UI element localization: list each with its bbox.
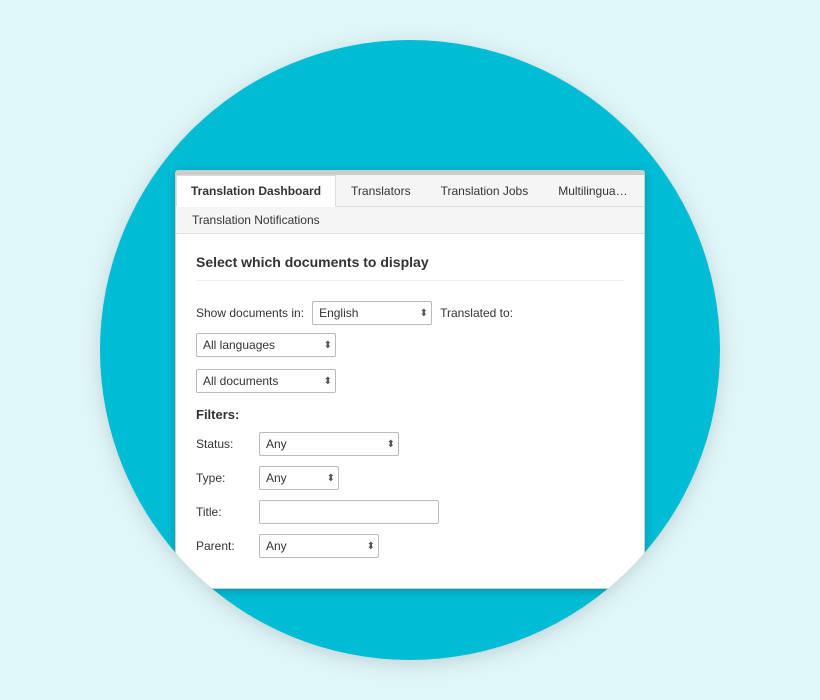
type-select[interactable]: Any Page Post [259, 466, 339, 490]
doc-type-select[interactable]: All documents Pages Posts [196, 369, 336, 393]
show-documents-label: Show documents in: [196, 306, 304, 320]
content-area: Select which documents to display Show d… [176, 234, 644, 588]
translated-to-label: Translated to: [440, 306, 513, 320]
doc-type-row: All documents Pages Posts [196, 369, 624, 393]
tab-translation-jobs[interactable]: Translation Jobs [426, 175, 544, 206]
translated-to-select[interactable]: All languages French Spanish [196, 333, 336, 357]
doc-type-select-wrapper: All documents Pages Posts [196, 369, 336, 393]
parent-select-wrapper: Any Home About [259, 534, 379, 558]
title-input[interactable] [259, 500, 439, 524]
status-label: Status: [196, 437, 251, 451]
tabs-row1: Translation Dashboard Translators Transl… [176, 175, 644, 207]
type-row: Type: Any Page Post [196, 466, 624, 490]
tab-translation-dashboard[interactable]: Translation Dashboard [176, 175, 336, 207]
type-label: Type: [196, 471, 251, 485]
show-documents-select[interactable]: English French Spanish German [312, 301, 432, 325]
title-label: Title: [196, 505, 251, 519]
show-documents-row: Show documents in: English French Spanis… [196, 301, 624, 357]
tab-multilingual[interactable]: Multilingua… [543, 175, 642, 206]
tab-translation-notifications[interactable]: Translation Notifications [178, 207, 334, 233]
translated-to-select-wrapper: All languages French Spanish [196, 333, 336, 357]
status-select[interactable]: Any Translated Not translated [259, 432, 399, 456]
filters-label: Filters: [196, 407, 624, 422]
parent-row: Parent: Any Home About [196, 534, 624, 558]
section-title: Select which documents to display [196, 254, 624, 281]
type-select-wrapper: Any Page Post [259, 466, 339, 490]
circle-background: Translation Dashboard Translators Transl… [100, 40, 720, 660]
filters-section: Filters: Status: Any Translated Not tran… [196, 407, 624, 558]
show-documents-select-wrapper: English French Spanish German [312, 301, 432, 325]
status-row: Status: Any Translated Not translated [196, 432, 624, 456]
parent-select[interactable]: Any Home About [259, 534, 379, 558]
parent-label: Parent: [196, 539, 251, 553]
ui-panel: Translation Dashboard Translators Transl… [175, 170, 645, 589]
tab-translators[interactable]: Translators [336, 175, 426, 206]
tabs-row2: Translation Notifications [176, 207, 644, 234]
title-row: Title: [196, 500, 624, 524]
status-select-wrapper: Any Translated Not translated [259, 432, 399, 456]
